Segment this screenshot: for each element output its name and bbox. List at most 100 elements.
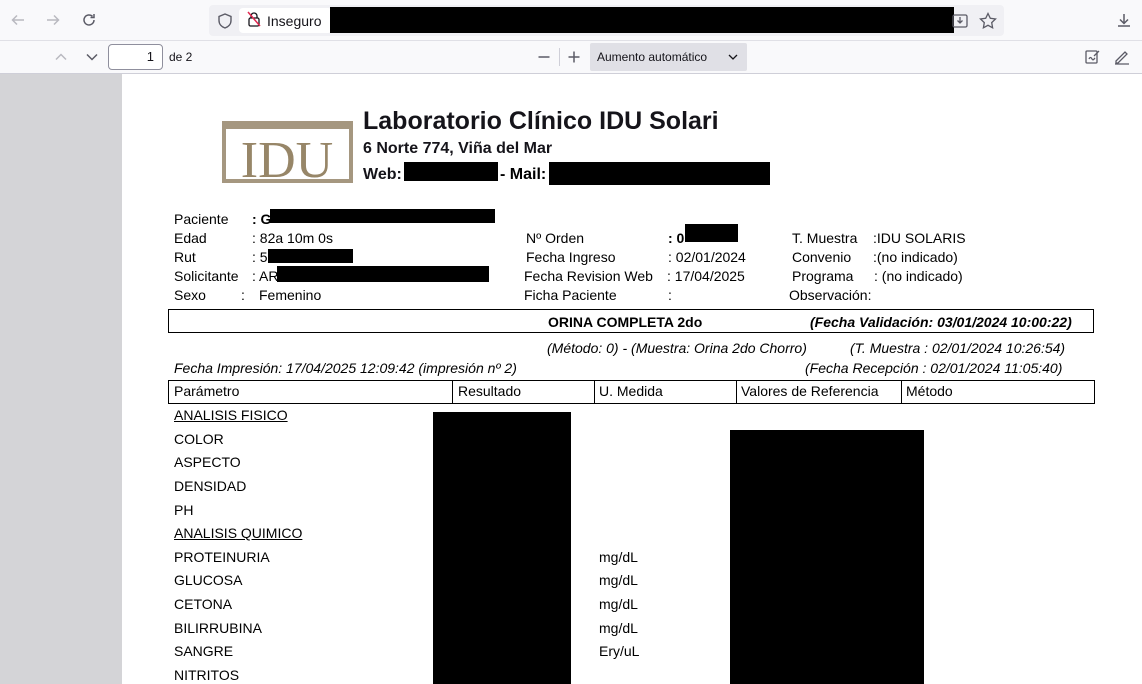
table-row-unit: mg/dL: [599, 572, 638, 588]
table-row-unit: mg/dL: [599, 549, 638, 565]
table-row-param: PH: [174, 502, 194, 518]
programa-label: Programa: [792, 268, 854, 284]
pdf-viewer[interactable]: IDU Laboratorio Clínico IDU Solari 6 Nor…: [0, 74, 1142, 684]
downloads-icon[interactable]: [1112, 8, 1136, 32]
ficha-value: :: [668, 287, 672, 303]
lab-address: 6 Norte 774, Viña del Mar: [363, 140, 553, 157]
table-row-unit: mg/dL: [599, 620, 638, 636]
shield-icon[interactable]: [215, 11, 235, 31]
orden-redacted: [685, 224, 738, 242]
header-divider: [736, 380, 737, 404]
table-row-param: GLUCOSA: [174, 572, 243, 588]
print-date: Fecha Impresión: 17/04/2025 12:09:42 (im…: [174, 360, 517, 376]
exam-title: ORINA COMPLETA 2do: [548, 314, 703, 330]
convenio-value: :(no indicado): [873, 249, 958, 265]
page-number-input[interactable]: 1: [108, 44, 163, 70]
url-text-redacted[interactable]: [330, 7, 954, 33]
pdf-download-icon[interactable]: [950, 11, 970, 31]
table-row-unit: Ery/uL: [599, 643, 640, 659]
forward-icon[interactable]: [41, 8, 65, 32]
ingreso-value: : 02/01/2024: [668, 249, 746, 265]
col-header-metodo: Método: [906, 383, 953, 399]
paciente-value: : G: [252, 211, 272, 227]
table-row-param: CETONA: [174, 596, 233, 612]
sexo-label: Sexo: [174, 287, 206, 303]
svg-text:IDU: IDU: [241, 132, 333, 183]
header-divider: [594, 380, 595, 404]
broken-lock-icon: [247, 11, 261, 30]
bookmark-star-icon[interactable]: [978, 11, 998, 31]
header-divider: [901, 380, 902, 404]
observacion-label: Observación:: [789, 287, 872, 303]
lab-web-line: Web:: [363, 166, 402, 184]
lab-title: Laboratorio Clínico IDU Solari: [363, 107, 719, 135]
pdf-page: IDU Laboratorio Clínico IDU Solari 6 Nor…: [122, 74, 1142, 684]
col-header-referencia: Valores de Referencia: [741, 383, 879, 399]
toolbar-separator: [559, 48, 560, 66]
col-header-parametro: Parámetro: [174, 383, 240, 399]
header-divider: [452, 380, 453, 404]
exam-sample-time: (T. Muestra : 02/01/2024 10:26:54): [850, 340, 1066, 356]
rut-redacted: [268, 249, 353, 263]
sexo-value: Femenino: [259, 287, 322, 303]
url-bar[interactable]: Inseguro: [209, 5, 1004, 36]
edad-value: : 82a 10m 0s: [252, 230, 333, 246]
programa-value: : (no indicado): [874, 268, 963, 284]
zoom-select-value: Aumento automático: [597, 50, 708, 64]
zoom-in-icon[interactable]: [564, 47, 584, 67]
reload-icon[interactable]: [77, 8, 101, 32]
zoom-out-icon[interactable]: [534, 47, 554, 67]
insecure-label: Inseguro: [267, 12, 322, 29]
table-row-param: DENSIDAD: [174, 478, 247, 494]
mail-label: - Mail:: [500, 166, 547, 183]
pdf-toolbar: 1 de 2 Aumento automático: [0, 41, 1142, 74]
mail-redacted: [549, 162, 770, 185]
convenio-label: Convenio: [792, 249, 852, 265]
ficha-label: Ficha Paciente: [524, 287, 617, 303]
table-row-param: SANGRE: [174, 643, 234, 659]
results-redacted: [433, 412, 571, 684]
reception-date: (Fecha Recepción : 02/01/2024 11:05:40): [805, 360, 1063, 376]
rut-value: : 5: [252, 249, 268, 265]
table-row-param: COLOR: [174, 431, 224, 447]
zoom-select[interactable]: Aumento automático: [590, 43, 747, 71]
sexo-separator: :: [241, 287, 245, 303]
section-analisis-fisico: ANALISIS FISICO: [174, 407, 288, 423]
table-row-param: BILIRRUBINA: [174, 620, 262, 636]
exam-validation-date: (Fecha Validación: 03/01/2024 10:00:22): [810, 314, 1072, 330]
draw-pen-icon[interactable]: [1112, 47, 1132, 67]
page-count-label: de 2: [169, 50, 193, 64]
previous-page-icon[interactable]: [51, 47, 71, 67]
web-label: Web:: [363, 166, 402, 183]
revision-label: Fecha Revision Web: [524, 268, 653, 284]
edad-label: Edad: [174, 230, 207, 246]
next-page-icon[interactable]: [82, 47, 102, 67]
t-muestra-label: T. Muestra: [792, 230, 858, 246]
browser-navbar: Inseguro: [0, 0, 1142, 41]
idu-logo: IDU: [222, 121, 353, 183]
orden-value: : 0: [668, 230, 685, 246]
solicitante-redacted: [277, 266, 489, 282]
table-row-param: NITRITOS: [174, 667, 240, 683]
paciente-label: Paciente: [174, 211, 229, 227]
rut-label: Rut: [174, 249, 196, 265]
ingreso-label: Fecha Ingreso: [526, 249, 616, 265]
table-row-param: ASPECTO: [174, 454, 241, 470]
reference-values-redacted: [730, 430, 924, 684]
section-analisis-quimico: ANALISIS QUIMICO: [174, 525, 303, 541]
sign-document-icon[interactable]: [1083, 47, 1103, 67]
col-header-resultado: Resultado: [458, 383, 522, 399]
solicitante-value: : AR: [252, 268, 279, 284]
t-muestra-value: :IDU SOLARIS: [873, 230, 966, 246]
back-icon[interactable]: [6, 8, 30, 32]
revision-value: : 17/04/2025: [667, 268, 745, 284]
insecure-indicator[interactable]: Inseguro: [239, 8, 332, 33]
web-redacted: [404, 162, 498, 181]
solicitante-label: Solicitante: [174, 268, 239, 284]
table-row-unit: mg/dL: [599, 596, 638, 612]
col-header-unidad: U. Medida: [599, 383, 663, 399]
chevron-down-icon: [728, 54, 738, 60]
exam-method-sample: (Método: 0) - (Muestra: Orina 2do Chorro…: [547, 340, 807, 356]
paciente-redacted: [270, 209, 495, 223]
orden-label: Nº Orden: [526, 230, 585, 246]
